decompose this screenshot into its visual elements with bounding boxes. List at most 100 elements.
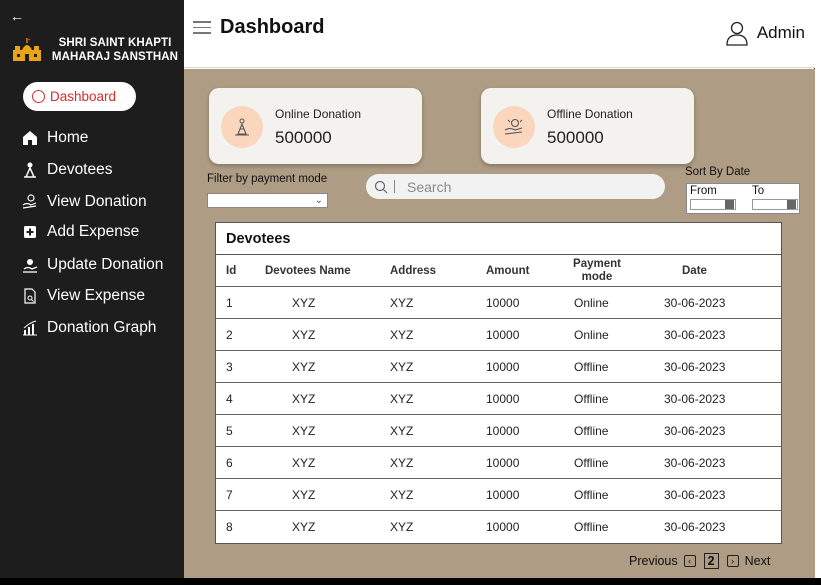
- payment-mode-filter-label: Filter by payment mode: [207, 173, 328, 185]
- payment-mode-select[interactable]: ⌄: [207, 193, 328, 208]
- card-value: 500000: [275, 128, 332, 147]
- table-cell: Offline: [574, 423, 609, 438]
- search-bar[interactable]: [366, 174, 665, 199]
- sidebar-item-view-expense[interactable]: View Expense: [21, 287, 145, 305]
- offline-donation-icon: [493, 106, 535, 148]
- table-cell: 8: [226, 520, 233, 534]
- table-cell: XYZ: [390, 295, 414, 310]
- table-cell: XYZ: [390, 455, 414, 470]
- sort-by-date-label: Sort By Date: [685, 166, 751, 178]
- sidebar-item-label: Home: [47, 129, 89, 146]
- table-row: 7 XYZ XYZ 10000 Offline 30-06-2023: [216, 479, 781, 511]
- sidebar: ← SHRI SAINT KHAPTI MAHARAJ SANSTHAN Das…: [0, 0, 184, 578]
- sidebar-item-dashboard[interactable]: Dashboard: [23, 82, 136, 111]
- card-label: Offline Donation: [547, 107, 633, 121]
- table-cell: XYZ: [390, 359, 414, 374]
- hamburger-menu-icon[interactable]: [193, 21, 211, 34]
- online-donation-card: Online Donation 500000: [209, 88, 422, 164]
- table-cell: 10000: [486, 327, 520, 342]
- table-cell: 6: [226, 455, 233, 470]
- column-header: Amount: [486, 264, 530, 277]
- card-label: Online Donation: [275, 107, 362, 121]
- date-range-picker: From To: [686, 183, 800, 214]
- table-row: 6 XYZ XYZ 10000 Offline 30-06-2023: [216, 447, 781, 479]
- update-icon: [23, 259, 38, 273]
- from-date-field[interactable]: [690, 199, 736, 210]
- column-header: Id: [226, 264, 237, 277]
- user-menu[interactable]: Admin: [724, 20, 805, 46]
- user-name: Admin: [756, 23, 805, 42]
- table-cell: 10000: [486, 520, 520, 534]
- top-header: Dashboard Admin: [184, 0, 815, 68]
- chevron-right-icon[interactable]: ›: [726, 555, 739, 567]
- table-cell: 4: [226, 391, 233, 406]
- devotee-icon: [24, 162, 36, 178]
- sidebar-item-donation-graph[interactable]: Donation Graph: [21, 319, 156, 337]
- next-link[interactable]: Next: [745, 554, 771, 568]
- previous-link[interactable]: Previous: [629, 554, 678, 568]
- table-cell: Online: [574, 295, 609, 310]
- table-cell: XYZ: [292, 455, 316, 470]
- table-cell: Offline: [574, 455, 609, 470]
- sidebar-item-view-donation[interactable]: View Donation: [21, 193, 147, 211]
- temple-logo-icon: [13, 38, 41, 61]
- table-cell: XYZ: [292, 327, 316, 342]
- brand: SHRI SAINT KHAPTI MAHARAJ SANSTHAN: [12, 36, 180, 64]
- current-page[interactable]: 2: [703, 553, 719, 569]
- table-cell: XYZ: [390, 391, 414, 406]
- table-cell: 30-06-2023: [664, 295, 726, 310]
- table-row: 4 XYZ XYZ 10000 Offline 30-06-2023: [216, 383, 781, 415]
- table-cell: 10000: [486, 359, 520, 374]
- user-icon: [726, 21, 748, 46]
- back-arrow-icon[interactable]: ←: [10, 8, 24, 24]
- sidebar-item-label: Dashboard: [50, 89, 117, 104]
- sidebar-item-devotees[interactable]: Devotees: [21, 161, 112, 179]
- table-row: 8 XYZ XYZ 10000 Offline 30-06-2023: [216, 511, 781, 543]
- sidebar-item-home[interactable]: Home: [21, 129, 88, 147]
- table-header-row: Id Devotees Name Address Amount Payment …: [216, 255, 781, 287]
- to-label: To: [752, 185, 765, 197]
- calendar-icon[interactable]: [725, 200, 734, 209]
- pagination: Previous ‹ 2 › Next: [629, 553, 770, 569]
- table-cell: 30-06-2023: [664, 455, 726, 470]
- table-cell: XYZ: [292, 487, 316, 502]
- table-cell: XYZ: [292, 520, 316, 534]
- sidebar-item-label: View Donation: [47, 193, 147, 210]
- devotees-table: Devotees Id Devotees Name Address Amount…: [215, 222, 782, 544]
- sidebar-item-update-donation[interactable]: Update Donation: [21, 256, 163, 274]
- table-cell: 30-06-2023: [664, 423, 726, 438]
- sidebar-item-label: Devotees: [47, 161, 113, 178]
- table-row: 5 XYZ XYZ 10000 Offline 30-06-2023: [216, 415, 781, 447]
- calendar-icon[interactable]: [787, 200, 796, 209]
- table-cell: XYZ: [390, 487, 414, 502]
- sidebar-item-label: Donation Graph: [47, 319, 157, 336]
- table-cell: 30-06-2023: [664, 520, 726, 534]
- table-cell: 30-06-2023: [664, 487, 726, 502]
- chevron-left-icon[interactable]: ‹: [683, 555, 696, 567]
- table-cell: 10000: [486, 295, 520, 310]
- table-cell: 5: [226, 423, 233, 438]
- table-cell: XYZ: [390, 520, 414, 534]
- table-cell: 10000: [486, 391, 520, 406]
- document-search-icon: [24, 288, 36, 304]
- sidebar-item-add-expense[interactable]: Add Expense: [21, 223, 139, 241]
- page-title: Dashboard: [220, 16, 325, 38]
- home-icon: [23, 131, 37, 145]
- main-content: Online Donation 500000 Offline Donation …: [184, 69, 815, 578]
- table-body: 1 XYZ XYZ 10000 Online 30-06-2023 2 XYZ XYZ 10000…: [216, 287, 781, 543]
- table-row: 3 XYZ XYZ 10000 Offline 30-06-2023: [216, 351, 781, 383]
- table-cell: Offline: [574, 520, 609, 534]
- table-cell: 10000: [486, 423, 520, 438]
- table-cell: Offline: [574, 391, 609, 406]
- table-cell: XYZ: [292, 295, 316, 310]
- search-input[interactable]: [407, 178, 637, 195]
- to-date-field[interactable]: [752, 199, 798, 210]
- table-cell: XYZ: [292, 423, 316, 438]
- plus-square-icon: [24, 226, 36, 238]
- column-header: Payment mode: [573, 257, 621, 283]
- table-cell: XYZ: [292, 391, 316, 406]
- column-header: Devotees Name: [265, 264, 351, 277]
- search-divider: [394, 180, 395, 193]
- table-cell: XYZ: [390, 423, 414, 438]
- table-title: Devotees: [216, 223, 781, 255]
